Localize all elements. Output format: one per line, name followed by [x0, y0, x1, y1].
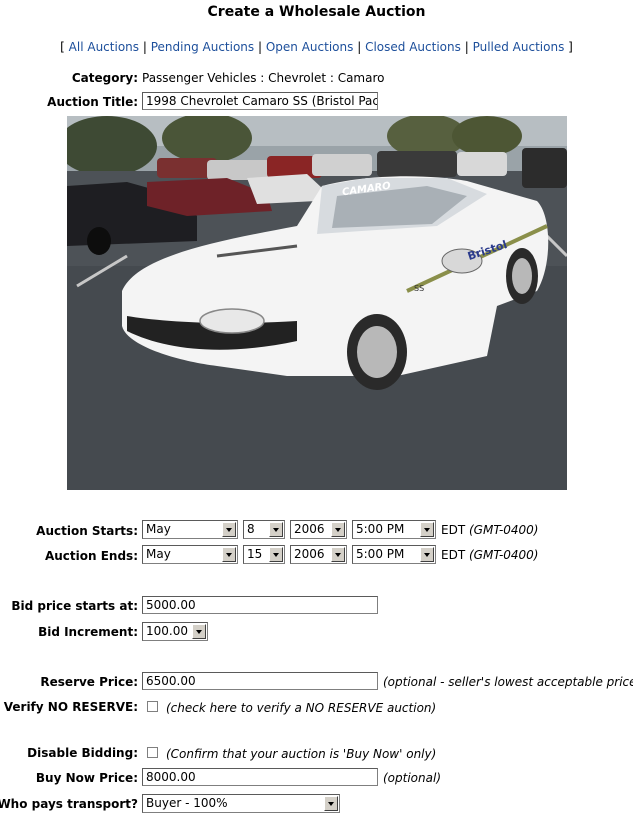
verify-no-reserve-note: (check here to verify a NO RESERVE aucti… — [166, 701, 437, 715]
buy-now-price-note: (optional) — [383, 771, 441, 785]
buy-now-price-input[interactable]: 8000.00 — [142, 768, 378, 786]
transport-select[interactable]: Buyer - 100% — [142, 794, 340, 813]
auction-title-input[interactable]: 1998 Chevrolet Camaro SS (Bristol Pac — [142, 92, 378, 110]
chevron-down-icon — [331, 522, 345, 537]
start-timezone: EDT (GMT-0400) — [441, 523, 539, 537]
nav-close-bracket: ] — [568, 40, 573, 54]
end-time-select[interactable]: 5:00 PM — [352, 545, 436, 564]
nav-separator: | — [257, 40, 263, 54]
verify-no-reserve-label: Verify NO RESERVE: — [3, 700, 138, 714]
nav-link-open-auctions[interactable]: Open Auctions — [266, 40, 354, 54]
bid-increment-value: 100.00 — [146, 624, 188, 638]
end-month-value: May — [146, 547, 171, 561]
bid-increment-select[interactable]: 100.00 — [142, 622, 208, 641]
nav-separator: | — [142, 40, 147, 54]
start-month-value: May — [146, 522, 171, 536]
start-day-value: 8 — [247, 522, 255, 536]
auction-nav: [ All Auctions | Pending Auctions | Open… — [0, 40, 633, 54]
end-year-value: 2006 — [294, 547, 325, 561]
end-day-value: 15 — [247, 547, 263, 561]
start-tz-abbrev: EDT — [441, 523, 466, 537]
nav-separator: | — [464, 40, 469, 54]
nav-link-pending-auctions[interactable]: Pending Auctions — [151, 40, 254, 54]
vehicle-photo: CAMARO Bristol SS — [67, 116, 567, 490]
page-title: Create a Wholesale Auction — [207, 4, 426, 20]
start-time-value: 5:00 PM — [356, 522, 405, 536]
bid-start-input[interactable]: 5000.00 — [142, 596, 378, 614]
start-year-value: 2006 — [294, 522, 325, 536]
nav-open-bracket: [ — [60, 40, 65, 54]
start-year-select[interactable]: 2006 — [290, 520, 347, 539]
nav-link-closed-auctions[interactable]: Closed Auctions — [365, 40, 461, 54]
start-day-select[interactable]: 8 — [243, 520, 285, 539]
chevron-down-icon — [222, 547, 236, 562]
verify-no-reserve-checkbox[interactable] — [147, 701, 158, 712]
transport-value: Buyer - 100% — [146, 796, 228, 810]
category-label: Category: — [71, 71, 138, 85]
chevron-down-icon — [192, 624, 206, 639]
start-month-select[interactable]: May — [142, 520, 238, 539]
auction-title-label: Auction Title: — [47, 95, 138, 109]
ss-badge: SS — [414, 284, 425, 293]
reserve-price-label: Reserve Price: — [40, 675, 138, 689]
start-tz-offset: (GMT-0400) — [468, 523, 539, 537]
end-year-select[interactable]: 2006 — [290, 545, 347, 564]
end-timezone: EDT (GMT-0400) — [441, 548, 539, 562]
end-tz-offset: (GMT-0400) — [468, 548, 539, 562]
transport-label: Who pays transport? — [0, 797, 138, 811]
reserve-price-note: (optional - seller's lowest acceptable p… — [383, 675, 633, 689]
chevron-down-icon — [331, 547, 345, 562]
nav-link-pulled-auctions[interactable]: Pulled Auctions — [473, 40, 565, 54]
nav-separator: | — [357, 40, 362, 54]
end-tz-abbrev: EDT — [441, 548, 466, 562]
auction-ends-label: Auction Ends: — [44, 549, 138, 563]
chevron-down-icon — [269, 547, 283, 562]
auction-starts-label: Auction Starts: — [36, 524, 138, 538]
nav-link-all-auctions[interactable]: All Auctions — [69, 40, 139, 54]
start-time-select[interactable]: 5:00 PM — [352, 520, 436, 539]
reserve-price-input[interactable]: 6500.00 — [142, 672, 378, 690]
chevron-down-icon — [222, 522, 236, 537]
end-time-value: 5:00 PM — [356, 547, 405, 561]
category-value: Passenger Vehicles : Chevrolet : Camaro — [142, 71, 385, 85]
end-day-select[interactable]: 15 — [243, 545, 285, 564]
chevron-down-icon — [420, 522, 434, 537]
disable-bidding-note: (Confirm that your auction is 'Buy Now' … — [166, 747, 437, 761]
disable-bidding-label: Disable Bidding: — [27, 746, 138, 760]
chevron-down-icon — [269, 522, 283, 537]
bid-increment-label: Bid Increment: — [38, 625, 138, 639]
buy-now-price-label: Buy Now Price: — [35, 771, 138, 785]
end-month-select[interactable]: May — [142, 545, 238, 564]
disable-bidding-checkbox[interactable] — [147, 747, 158, 758]
bid-start-label: Bid price starts at: — [11, 599, 138, 613]
chevron-down-icon — [324, 796, 338, 811]
chevron-down-icon — [420, 547, 434, 562]
